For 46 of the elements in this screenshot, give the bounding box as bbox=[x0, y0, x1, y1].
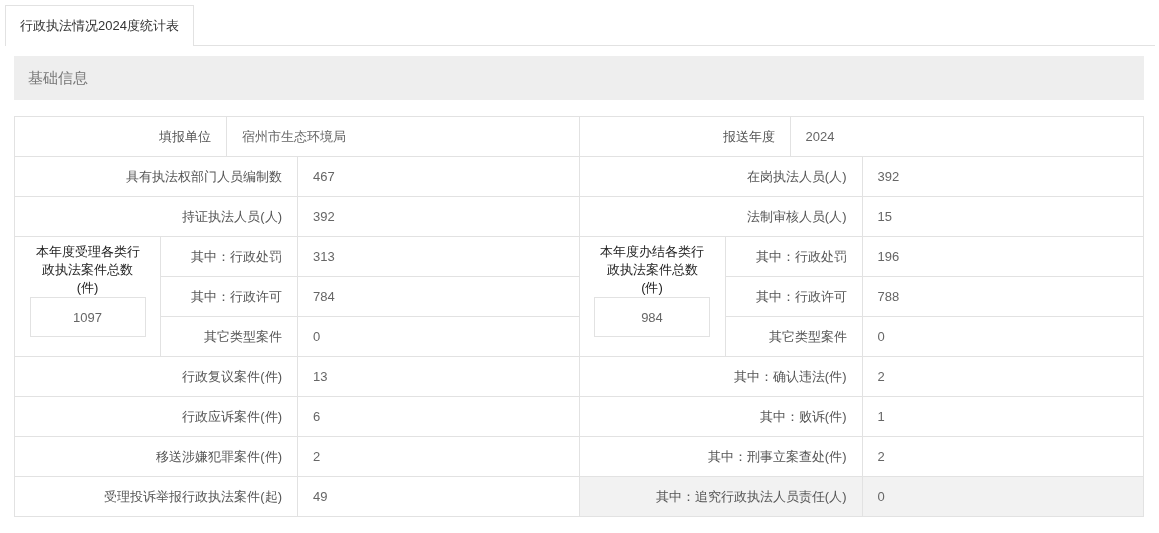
field-value: 6 bbox=[298, 397, 580, 437]
field-label: 在岗执法人员(人) bbox=[579, 157, 863, 197]
field-value: 2 bbox=[862, 437, 1144, 477]
field-value: 宿州市生态环境局 bbox=[227, 117, 580, 157]
field-value: 313 bbox=[298, 237, 580, 277]
field-label: 受理投诉举报行政执法案件(起) bbox=[15, 477, 298, 517]
field-value: 0 bbox=[862, 317, 1144, 357]
field-label: 报送年度 bbox=[579, 117, 791, 157]
field-value: 15 bbox=[862, 197, 1144, 237]
field-value: 2024 bbox=[790, 117, 1144, 157]
field-label: 行政应诉案件(件) bbox=[15, 397, 298, 437]
group-title: 本年度受理各类行政执法案件总数(件) bbox=[34, 243, 141, 297]
field-value: 392 bbox=[298, 197, 580, 237]
total-value: 984 bbox=[594, 297, 710, 337]
field-label: 行政复议案件(件) bbox=[15, 357, 298, 397]
field-label: 移送涉嫌犯罪案件(件) bbox=[15, 437, 298, 477]
field-label: 其中：刑事立案查处(件) bbox=[579, 437, 863, 477]
field-value: 788 bbox=[862, 277, 1144, 317]
field-label: 其中：行政许可 bbox=[725, 277, 863, 317]
field-label: 其它类型案件 bbox=[725, 317, 863, 357]
field-label: 其中：行政处罚 bbox=[161, 237, 298, 277]
field-value: 2 bbox=[862, 357, 1144, 397]
field-value: 467 bbox=[298, 157, 580, 197]
field-label: 填报单位 bbox=[15, 117, 227, 157]
field-value: 196 bbox=[862, 237, 1144, 277]
tab[interactable]: 行政执法情况2024度统计表 bbox=[5, 5, 194, 46]
field-value: 49 bbox=[298, 477, 580, 517]
field-value: 1 bbox=[862, 397, 1144, 437]
field-value: 13 bbox=[298, 357, 580, 397]
field-label: 其中：行政处罚 bbox=[725, 237, 863, 277]
field-value: 0 bbox=[862, 477, 1144, 517]
field-label: 法制审核人员(人) bbox=[579, 197, 863, 237]
field-label: 其中：确认违法(件) bbox=[579, 357, 863, 397]
field-label: 具有执法权部门人员编制数 bbox=[15, 157, 298, 197]
total-value: 1097 bbox=[29, 297, 146, 337]
group-title: 本年度办结各类行政执法案件总数(件) bbox=[599, 243, 705, 297]
field-label: 其中：败诉(件) bbox=[579, 397, 863, 437]
section-header: 基础信息 bbox=[14, 56, 1144, 100]
field-value: 2 bbox=[298, 437, 580, 477]
field-label: 持证执法人员(人) bbox=[15, 197, 298, 237]
field-value: 392 bbox=[862, 157, 1144, 197]
field-label: 其它类型案件 bbox=[161, 317, 298, 357]
field-label: 其中：行政许可 bbox=[161, 277, 298, 317]
field-value: 784 bbox=[298, 277, 580, 317]
field-label: 其中：追究行政执法人员责任(人) bbox=[579, 477, 863, 517]
field-value: 0 bbox=[298, 317, 580, 357]
